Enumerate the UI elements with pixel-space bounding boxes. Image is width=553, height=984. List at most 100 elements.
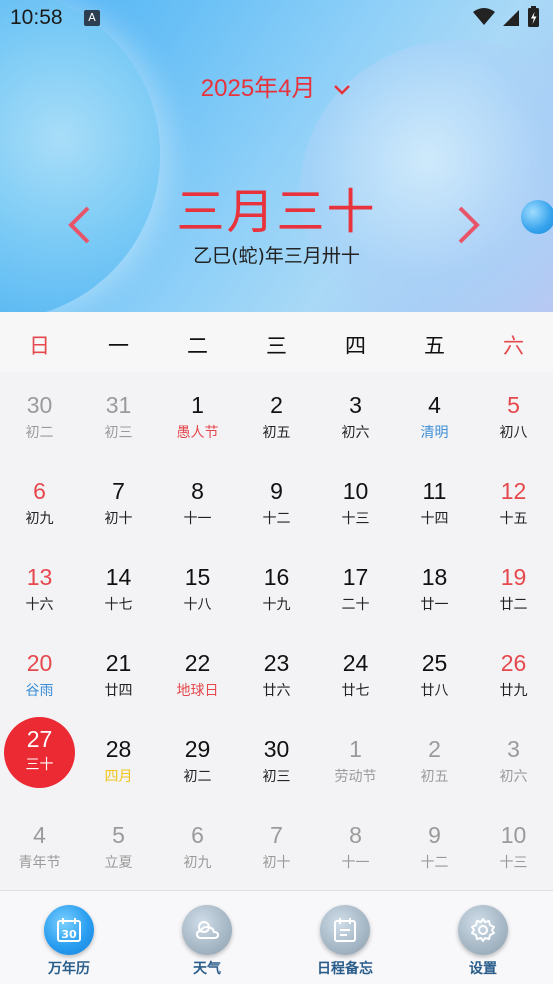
day-number: 29 xyxy=(184,736,211,762)
day-number: 4 xyxy=(428,392,441,418)
tab-label: 日程备忘 xyxy=(317,961,373,977)
day-cell[interactable]: 12 十五 xyxy=(474,458,553,544)
lunar-label: 初十 xyxy=(262,855,291,871)
lunar-label: 初六 xyxy=(341,425,370,441)
day-cell[interactable]: 21 廿四 xyxy=(79,630,158,716)
day-number: 7 xyxy=(112,478,125,504)
lunar-label: 廿九 xyxy=(499,683,528,699)
day-cell[interactable]: 1 愚人节 xyxy=(158,372,237,458)
day-number: 7 xyxy=(270,822,283,848)
status-time: 10:58 xyxy=(10,6,63,29)
day-cell[interactable]: 15 十八 xyxy=(158,544,237,630)
day-number: 25 xyxy=(421,650,448,676)
day-cell[interactable]: 4 清明 xyxy=(395,372,474,458)
day-cell[interactable]: 20 谷雨 xyxy=(0,630,79,716)
lunar-label: 廿六 xyxy=(262,683,291,699)
lunar-label: 十三 xyxy=(499,855,528,871)
day-number: 18 xyxy=(421,564,448,590)
month-label: 2025年4月 xyxy=(200,75,316,102)
lunar-label: 愚人节 xyxy=(176,425,219,441)
day-cell[interactable]: 13 十六 xyxy=(0,544,79,630)
day-cell[interactable]: 19 廿二 xyxy=(474,544,553,630)
day-number: 5 xyxy=(507,392,520,418)
lunar-label: 青年节 xyxy=(18,855,61,871)
day-number: 9 xyxy=(428,822,441,848)
day-number: 23 xyxy=(263,650,290,676)
chevron-down-icon xyxy=(332,76,352,104)
tab-schedule[interactable]: 日程备忘 xyxy=(276,891,414,984)
day-cell[interactable]: 1 劳动节 xyxy=(316,716,395,802)
lunar-label: 廿四 xyxy=(104,683,133,699)
day-number: 17 xyxy=(342,564,369,590)
day-cell[interactable]: 30 初二 xyxy=(0,372,79,458)
lunar-label: 廿一 xyxy=(420,597,449,613)
lunar-label: 初六 xyxy=(499,769,528,785)
lunar-label: 初二 xyxy=(183,769,212,785)
day-number: 30 xyxy=(263,736,290,762)
day-cell[interactable]: 16 十九 xyxy=(237,544,316,630)
day-cell[interactable]: 28 四月 xyxy=(79,716,158,802)
day-number: 20 xyxy=(26,650,53,676)
weekday-header: 日一二三四五六 xyxy=(0,312,553,372)
tab-weather[interactable]: 天气 xyxy=(138,891,276,984)
month-picker[interactable]: 2025年4月 xyxy=(0,68,553,104)
day-cell[interactable]: 17 二十 xyxy=(316,544,395,630)
status-icons xyxy=(471,6,543,34)
day-cell[interactable]: 2 初五 xyxy=(237,372,316,458)
tab-label: 万年历 xyxy=(48,961,90,977)
day-cell[interactable]: 29 初二 xyxy=(158,716,237,802)
lunar-label: 廿二 xyxy=(499,597,528,613)
day-cell[interactable]: 22 地球日 xyxy=(158,630,237,716)
day-cell[interactable]: 9 十二 xyxy=(237,458,316,544)
day-cell[interactable]: 2 初五 xyxy=(395,716,474,802)
day-cell[interactable]: 4 青年节 xyxy=(0,802,79,888)
day-cell[interactable]: 11 十四 xyxy=(395,458,474,544)
day-cell[interactable]: 7 初十 xyxy=(79,458,158,544)
day-number: 8 xyxy=(191,478,204,504)
tab-label: 天气 xyxy=(193,961,221,977)
lunar-label: 初三 xyxy=(104,425,133,441)
day-cell[interactable]: 18 廿一 xyxy=(395,544,474,630)
day-cell[interactable]: 10 十三 xyxy=(474,802,553,888)
day-cell[interactable]: 10 十三 xyxy=(316,458,395,544)
lunar-label: 初八 xyxy=(499,425,528,441)
day-number: 22 xyxy=(184,650,211,676)
day-cell[interactable]: 30 初三 xyxy=(237,716,316,802)
day-cell[interactable]: 6 初九 xyxy=(158,802,237,888)
lunar-label: 初三 xyxy=(262,769,291,785)
day-cell[interactable]: 24 廿七 xyxy=(316,630,395,716)
day-number: 10 xyxy=(342,478,369,504)
day-cell[interactable]: 14 十七 xyxy=(79,544,158,630)
battery-icon xyxy=(528,6,539,27)
tab-calendar[interactable]: 30 万年历 xyxy=(0,891,138,984)
day-cell[interactable]: 25 廿八 xyxy=(395,630,474,716)
lunar-label: 初九 xyxy=(183,855,212,871)
day-cell[interactable]: 3 初六 xyxy=(316,372,395,458)
day-number: 28 xyxy=(105,736,132,762)
day-number: 16 xyxy=(263,564,290,590)
day-number: 5 xyxy=(112,822,125,848)
day-number: 15 xyxy=(184,564,211,590)
lunar-label: 十七 xyxy=(104,597,133,613)
day-cell[interactable]: 31 初三 xyxy=(79,372,158,458)
ganzhi-date: 乙巳(蛇)年三月卅十 xyxy=(193,245,360,267)
day-cell[interactable]: 26 廿九 xyxy=(474,630,553,716)
day-cell[interactable]: 5 初八 xyxy=(474,372,553,458)
weekday-label: 二 xyxy=(187,334,208,358)
lunar-label: 十三 xyxy=(341,511,370,527)
day-number: 9 xyxy=(270,478,283,504)
day-cell[interactable]: 3 初六 xyxy=(474,716,553,802)
day-cell[interactable]: 5 立夏 xyxy=(79,802,158,888)
day-cell[interactable]: 9 十二 xyxy=(395,802,474,888)
day-cell[interactable]: 23 廿六 xyxy=(237,630,316,716)
day-cell-today[interactable]: 27 三十 xyxy=(0,716,79,802)
day-cell[interactable]: 7 初十 xyxy=(237,802,316,888)
day-cell[interactable]: 8 十一 xyxy=(158,458,237,544)
lunar-label: 三十 xyxy=(25,757,54,773)
day-cell[interactable]: 6 初九 xyxy=(0,458,79,544)
day-cell[interactable]: 8 十一 xyxy=(316,802,395,888)
day-number: 3 xyxy=(349,392,362,418)
status-bar: 10:58 A xyxy=(0,0,553,38)
calendar-grid: 30 初二 31 初三 1 愚人节 2 初五 3 初六 4 清明 5 初八 6 初九 7 初十 8 十一 9 十二 10 十三… xyxy=(0,372,553,890)
tab-settings[interactable]: 设置 xyxy=(414,891,552,984)
